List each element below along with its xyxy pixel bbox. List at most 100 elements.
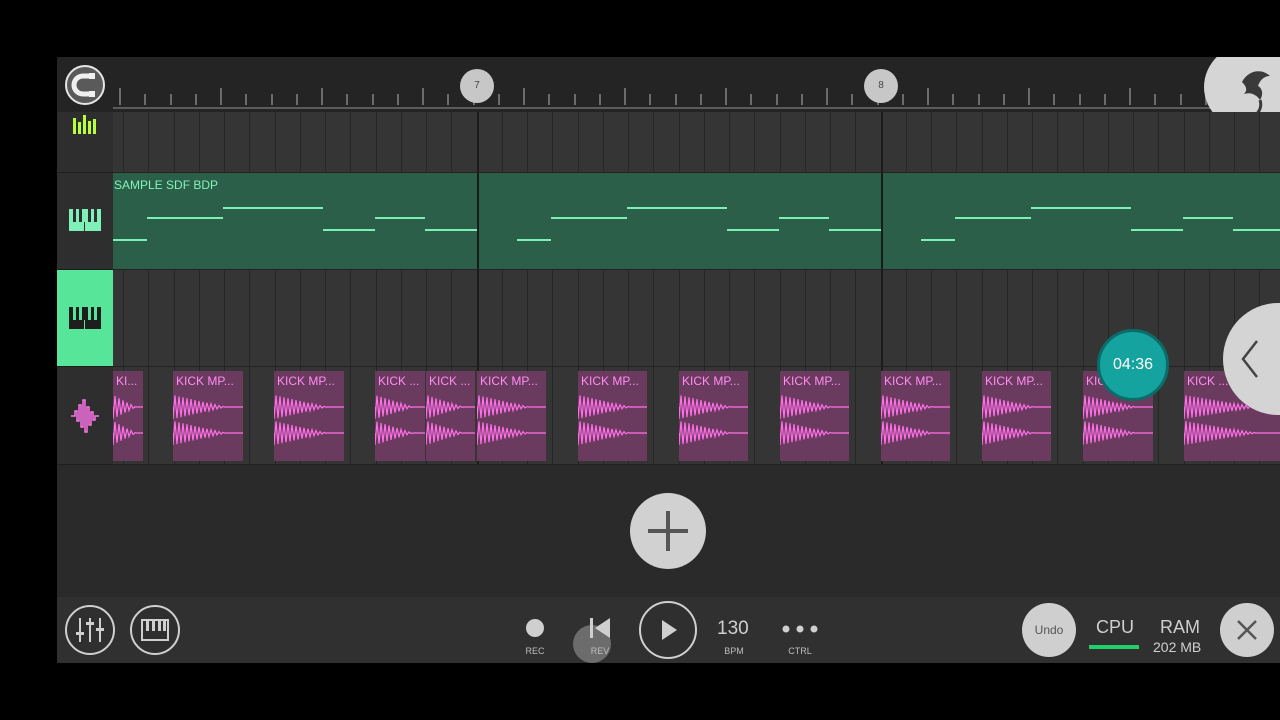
grid-line bbox=[350, 112, 352, 172]
grid-line bbox=[1032, 270, 1033, 366]
track-lane-automation[interactable] bbox=[113, 112, 1280, 173]
pattern-note bbox=[829, 229, 881, 231]
grid-line bbox=[678, 270, 680, 366]
audio-clip[interactable]: KICK MP... bbox=[477, 371, 546, 461]
bar-line bbox=[881, 112, 883, 172]
audio-clip[interactable]: KICK MP... bbox=[679, 371, 748, 461]
grid-line bbox=[1006, 112, 1008, 172]
ruler-tick bbox=[1053, 94, 1056, 105]
bar-marker-7[interactable]: 7 bbox=[460, 69, 494, 103]
grid-line bbox=[1183, 112, 1185, 172]
grid-line bbox=[527, 112, 528, 172]
skip-back-icon[interactable] bbox=[587, 615, 613, 641]
sidebar-track-automation[interactable] bbox=[57, 112, 113, 173]
grid-line bbox=[729, 270, 730, 366]
grid-line bbox=[299, 270, 301, 366]
grid-line bbox=[628, 112, 629, 172]
sidebar-track-piano-roll[interactable] bbox=[57, 173, 113, 270]
audio-clip[interactable]: KICK MP... bbox=[881, 371, 950, 461]
grid-line bbox=[678, 112, 680, 172]
mixer-button[interactable] bbox=[65, 605, 115, 655]
grid-line bbox=[653, 270, 655, 366]
add-track-button[interactable] bbox=[630, 493, 706, 569]
ruler-tick bbox=[1002, 94, 1005, 105]
undo-button[interactable]: Undo bbox=[1022, 603, 1076, 657]
grid-line bbox=[855, 112, 857, 172]
grid-line bbox=[198, 112, 200, 172]
grid-line bbox=[148, 112, 150, 172]
grid-line bbox=[1057, 112, 1059, 172]
pattern-note bbox=[113, 239, 147, 241]
pattern-clip[interactable]: SAMPLE SDF BDP bbox=[113, 173, 1280, 269]
audio-clip[interactable]: KICK MP... bbox=[173, 371, 243, 461]
close-button[interactable] bbox=[1220, 603, 1274, 657]
pattern-note bbox=[551, 217, 627, 219]
ruler-tick bbox=[573, 94, 576, 105]
record-button[interactable] bbox=[526, 619, 544, 637]
ruler-tick bbox=[497, 94, 500, 105]
grid-line bbox=[375, 270, 377, 366]
bar-marker-8[interactable]: 8 bbox=[864, 69, 898, 103]
pattern-note bbox=[1031, 207, 1131, 209]
timeline-ruler[interactable]: 7 8 bbox=[57, 57, 1280, 132]
ruler-tick bbox=[321, 88, 323, 105]
grid-line bbox=[1259, 112, 1261, 172]
collapse-panel-tab[interactable] bbox=[1223, 303, 1280, 415]
song-position-timer[interactable]: 04:36 bbox=[1097, 329, 1169, 401]
audio-clip[interactable]: KI... bbox=[113, 371, 143, 461]
sidebar-track-piano-active[interactable] bbox=[57, 270, 113, 367]
tempo-label: BPM bbox=[724, 646, 744, 656]
piano-roll-button[interactable] bbox=[130, 605, 180, 655]
more-dots-icon[interactable] bbox=[780, 622, 820, 636]
grid-line bbox=[577, 112, 579, 172]
grid-line bbox=[501, 270, 503, 366]
ruler-tick bbox=[169, 94, 172, 105]
audio-clip[interactable]: KICK MP... bbox=[274, 371, 344, 461]
sidebar-track-audio[interactable] bbox=[57, 367, 113, 465]
ruler-tick bbox=[826, 88, 828, 105]
track-lane-pattern[interactable]: SAMPLE SDF BDP bbox=[113, 173, 1280, 270]
audio-clip[interactable]: KICK MP... bbox=[780, 371, 849, 461]
magnet-icon bbox=[71, 73, 95, 97]
bar-line bbox=[477, 270, 479, 366]
ruler-tick bbox=[598, 94, 601, 105]
grid-line bbox=[400, 270, 402, 366]
pattern-note bbox=[425, 229, 477, 231]
grid-line bbox=[123, 112, 124, 172]
play-button[interactable] bbox=[639, 601, 697, 659]
bar-line bbox=[881, 270, 883, 366]
grid-line bbox=[703, 270, 705, 366]
pattern-note bbox=[323, 229, 375, 231]
ruler-tick bbox=[295, 94, 298, 105]
bar-line bbox=[881, 173, 883, 269]
grid-line bbox=[754, 270, 756, 366]
tempo-value[interactable]: 130 bbox=[717, 618, 749, 640]
audio-clip[interactable]: KICK MP... bbox=[578, 371, 647, 461]
ruler-tick bbox=[977, 94, 980, 105]
grid-line bbox=[931, 270, 932, 366]
audio-clip[interactable]: KICK ... bbox=[426, 371, 475, 461]
pattern-note bbox=[955, 217, 1031, 219]
ruler-tick bbox=[775, 94, 778, 105]
grid-line bbox=[198, 270, 200, 366]
audio-clip[interactable]: KICK ... bbox=[375, 371, 425, 461]
grid-line bbox=[552, 367, 554, 464]
ruler-tick bbox=[674, 94, 677, 105]
grid-line bbox=[426, 270, 427, 366]
waveform-icon bbox=[426, 395, 475, 446]
grid-line bbox=[527, 270, 528, 366]
daw-app: 7 8 SAMPLE SDF BDP KI... KICK MP... KICK… bbox=[57, 57, 1280, 663]
grid-line bbox=[855, 367, 857, 464]
grid-line bbox=[804, 270, 806, 366]
waveform-icon bbox=[881, 395, 950, 446]
waveform-icon bbox=[982, 395, 1051, 446]
pattern-note bbox=[375, 217, 425, 219]
audio-clip[interactable]: KICK MP... bbox=[982, 371, 1051, 461]
pattern-note bbox=[727, 229, 779, 231]
grid-line bbox=[1107, 112, 1109, 172]
grid-line bbox=[956, 270, 958, 366]
grid-line bbox=[350, 270, 352, 366]
ram-label: RAM bbox=[1160, 617, 1200, 637]
grid-line bbox=[1158, 112, 1160, 172]
snap-magnet-button[interactable] bbox=[65, 65, 105, 105]
